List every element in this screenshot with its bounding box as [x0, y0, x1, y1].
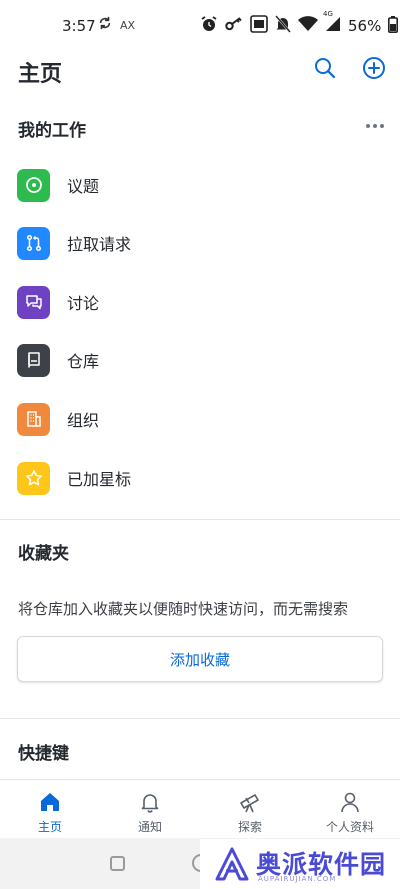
- network-type: 4G: [323, 10, 333, 18]
- work-item-label: 已加星标: [67, 470, 132, 489]
- volte-icon: [250, 15, 268, 37]
- work-item-issues[interactable]: 议题: [0, 156, 400, 214]
- add-favorite-button[interactable]: 添加收藏: [17, 636, 383, 682]
- section-divider: [0, 519, 400, 520]
- pull-request-icon: [26, 234, 41, 252]
- ax-label: AX: [120, 18, 136, 32]
- nav-profile[interactable]: 个人资料: [300, 780, 400, 839]
- issue-icon: [25, 177, 42, 193]
- work-item-discussions[interactable]: 讨论: [0, 273, 400, 331]
- work-item-pull-requests[interactable]: 拉取请求: [0, 214, 400, 272]
- discussion-badge: [17, 285, 50, 319]
- watermark-subtext: AUPAIRUJIAN.COM: [258, 875, 337, 883]
- battery-level: 56%: [348, 17, 382, 35]
- bell-icon: [141, 794, 159, 813]
- nav-explore[interactable]: 探索: [200, 780, 300, 839]
- mute-icon: [275, 15, 291, 37]
- bottom-navigation: 主页 通知 探索 个人资料: [0, 779, 400, 838]
- star-icon: [25, 470, 42, 486]
- nav-home[interactable]: 主页: [0, 780, 100, 839]
- wifi-icon: [298, 16, 318, 36]
- battery-icon: [388, 15, 399, 37]
- create-button[interactable]: [360, 54, 388, 82]
- nav-label: 主页: [37, 820, 62, 834]
- status-time: 3:57: [62, 17, 96, 35]
- section-divider: [0, 718, 400, 719]
- repo-badge: [17, 343, 50, 377]
- watermark-logo-icon: [215, 847, 249, 881]
- work-item-label: 议题: [67, 177, 100, 196]
- work-item-label: 讨论: [67, 294, 100, 313]
- work-item-label: 仓库: [67, 352, 100, 371]
- favorites-description: 将仓库加入收藏夹以便随时快速访问，而无需搜索: [18, 600, 349, 618]
- alarm-icon: [200, 15, 218, 37]
- work-item-organizations[interactable]: 组织: [0, 390, 400, 448]
- plus-circle-icon: [363, 57, 385, 79]
- star-badge: [17, 461, 50, 495]
- sync-icon: [98, 16, 112, 34]
- my-work-title: 我的工作: [18, 121, 86, 141]
- work-item-repositories[interactable]: 仓库: [0, 331, 400, 389]
- nav-label: 探索: [237, 820, 262, 834]
- pull-request-badge: [17, 226, 50, 260]
- telescope-icon: [240, 794, 259, 813]
- issue-badge: [17, 168, 50, 202]
- nav-label: 个人资料: [325, 820, 374, 834]
- work-item-label: 拉取请求: [67, 235, 132, 254]
- signal-icon: 4G: [323, 10, 341, 36]
- work-item-label: 组织: [67, 411, 100, 430]
- work-item-starred[interactable]: 已加星标: [0, 449, 400, 507]
- recent-apps-button[interactable]: [110, 856, 125, 871]
- nav-label: 通知: [137, 820, 162, 834]
- discussion-icon: [25, 295, 42, 310]
- repo-icon: [27, 352, 40, 368]
- organization-icon: [26, 411, 41, 427]
- search-icon: [315, 58, 336, 79]
- nav-notifications[interactable]: 通知: [100, 780, 200, 839]
- search-button[interactable]: [311, 54, 339, 82]
- organization-badge: [17, 402, 50, 436]
- more-horizontal-icon: [366, 124, 384, 128]
- page-title: 主页: [18, 62, 63, 87]
- status-bar: 3:57 AX 4G 56%: [0, 0, 400, 50]
- key-icon: [225, 17, 243, 35]
- home-icon: [41, 793, 59, 811]
- person-icon: [341, 792, 359, 813]
- app-header: 主页: [0, 50, 400, 90]
- my-work-more-button[interactable]: [362, 116, 388, 136]
- shortcuts-title: 快捷键: [18, 744, 69, 764]
- watermark: 奥派软件园 AUPAIRUJIAN.COM: [200, 839, 400, 889]
- favorites-title: 收藏夹: [18, 544, 69, 564]
